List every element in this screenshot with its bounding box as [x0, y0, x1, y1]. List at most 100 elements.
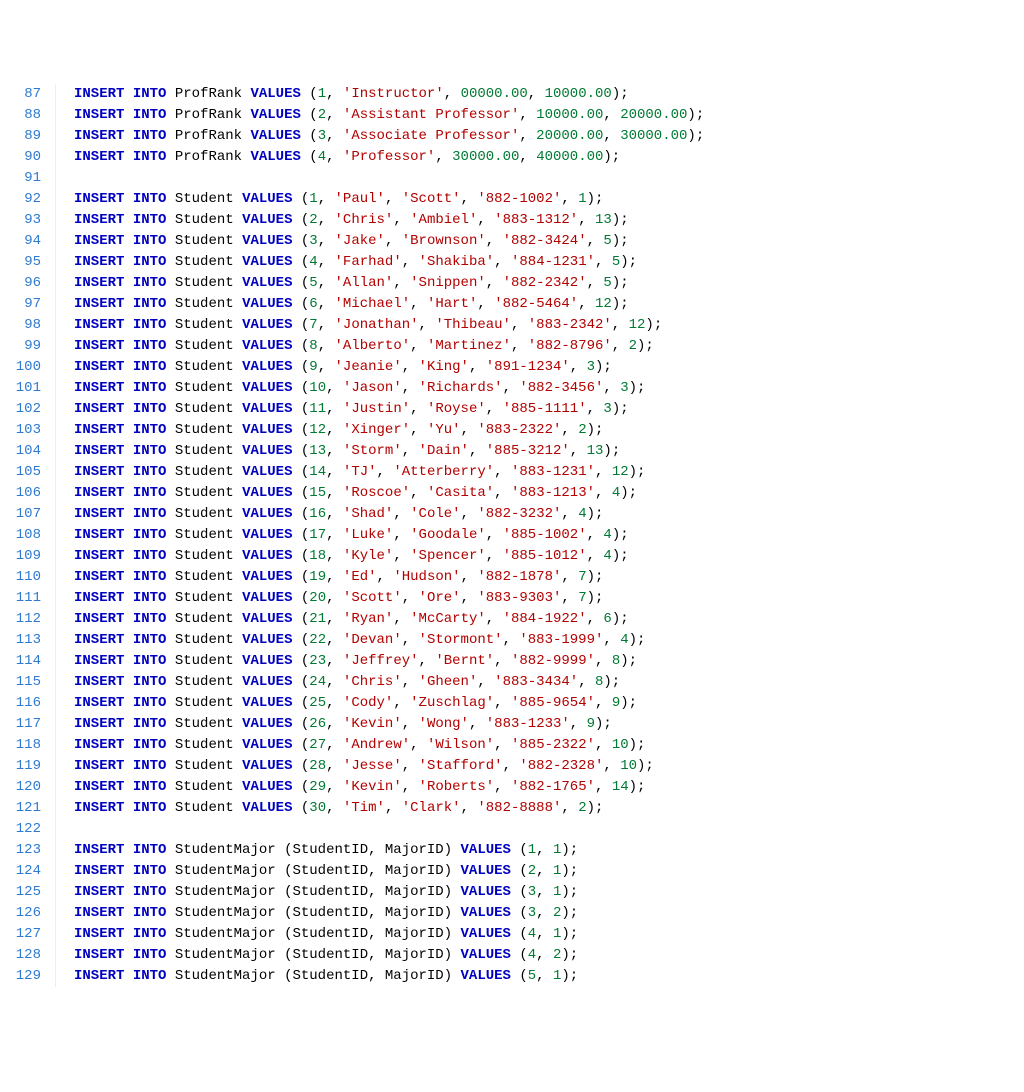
code-line[interactable]: INSERT INTO Student VALUES (28, 'Jesse',… — [74, 756, 1024, 777]
keyword-values: VALUES — [242, 800, 292, 816]
string-literal: 'Shakiba' — [419, 254, 495, 270]
code-line[interactable]: INSERT INTO Student VALUES (19, 'Ed', 'H… — [74, 567, 1024, 588]
code-line[interactable]: INSERT INTO Student VALUES (20, 'Scott',… — [74, 588, 1024, 609]
code-line[interactable]: INSERT INTO ProfRank VALUES (1, 'Instruc… — [74, 84, 1024, 105]
string-literal: '883-2322' — [477, 422, 561, 438]
number-literal: 2 — [578, 800, 586, 816]
number-literal: 2 — [578, 422, 586, 438]
string-literal: '882-8796' — [528, 338, 612, 354]
code-line[interactable]: INSERT INTO Student VALUES (2, 'Chris', … — [74, 210, 1024, 231]
string-literal: 'Royse' — [427, 401, 486, 417]
code-line[interactable]: INSERT INTO Student VALUES (14, 'TJ', 'A… — [74, 462, 1024, 483]
string-literal: '885-3212' — [486, 443, 570, 459]
code-line[interactable]: INSERT INTO Student VALUES (22, 'Devan',… — [74, 630, 1024, 651]
code-line[interactable]: INSERT INTO Student VALUES (15, 'Roscoe'… — [74, 483, 1024, 504]
code-editor: 8788899091929394959697989910010110210310… — [0, 84, 1024, 987]
code-line[interactable]: INSERT INTO ProfRank VALUES (4, 'Profess… — [74, 147, 1024, 168]
number-literal: 10000.00 — [545, 86, 612, 102]
code-line[interactable]: INSERT INTO Student VALUES (30, 'Tim', '… — [74, 798, 1024, 819]
code-line[interactable]: INSERT INTO Student VALUES (9, 'Jeanie',… — [74, 357, 1024, 378]
code-line[interactable]: INSERT INTO ProfRank VALUES (2, 'Assista… — [74, 105, 1024, 126]
code-line[interactable]: INSERT INTO StudentMajor (StudentID, Maj… — [74, 861, 1024, 882]
keyword-insert: INSERT — [74, 947, 124, 963]
number-literal: 23 — [309, 653, 326, 669]
keyword-into: INTO — [133, 569, 167, 585]
line-number: 95 — [0, 252, 41, 273]
table-name: StudentMajor — [175, 884, 276, 900]
code-line[interactable]: INSERT INTO Student VALUES (7, 'Jonathan… — [74, 315, 1024, 336]
number-literal: 15 — [309, 485, 326, 501]
code-line[interactable]: INSERT INTO Student VALUES (23, 'Jeffrey… — [74, 651, 1024, 672]
string-literal: '882-2328' — [519, 758, 603, 774]
keyword-insert: INSERT — [74, 737, 124, 753]
number-literal: 2 — [629, 338, 637, 354]
keyword-values: VALUES — [242, 485, 292, 501]
number-literal: 1 — [528, 842, 536, 858]
code-line[interactable]: INSERT INTO Student VALUES (27, 'Andrew'… — [74, 735, 1024, 756]
code-line[interactable]: INSERT INTO Student VALUES (10, 'Jason',… — [74, 378, 1024, 399]
table-name: StudentMajor — [175, 905, 276, 921]
keyword-values: VALUES — [242, 611, 292, 627]
code-line[interactable]: INSERT INTO Student VALUES (4, 'Farhad',… — [74, 252, 1024, 273]
code-line[interactable]: INSERT INTO Student VALUES (16, 'Shad', … — [74, 504, 1024, 525]
keyword-into: INTO — [133, 233, 167, 249]
keyword-values: VALUES — [242, 548, 292, 564]
code-line[interactable]: INSERT INTO StudentMajor (StudentID, Maj… — [74, 903, 1024, 924]
code-line[interactable]: INSERT INTO StudentMajor (StudentID, Maj… — [74, 945, 1024, 966]
line-number: 109 — [0, 546, 41, 567]
keyword-into: INTO — [133, 653, 167, 669]
string-literal: '882-2342' — [503, 275, 587, 291]
number-literal: 2 — [318, 107, 326, 123]
code-line[interactable]: INSERT INTO StudentMajor (StudentID, Maj… — [74, 882, 1024, 903]
code-line[interactable]: INSERT INTO Student VALUES (17, 'Luke', … — [74, 525, 1024, 546]
code-content[interactable]: INSERT INTO ProfRank VALUES (1, 'Instruc… — [56, 84, 1024, 987]
string-literal: '883-1231' — [511, 464, 595, 480]
code-line[interactable]: INSERT INTO StudentMajor (StudentID, Maj… — [74, 840, 1024, 861]
code-line[interactable]: INSERT INTO Student VALUES (26, 'Kevin',… — [74, 714, 1024, 735]
code-line[interactable]: INSERT INTO Student VALUES (12, 'Xinger'… — [74, 420, 1024, 441]
string-literal: '885-1111' — [503, 401, 587, 417]
keyword-insert: INSERT — [74, 233, 124, 249]
keyword-insert: INSERT — [74, 548, 124, 564]
string-literal: '882-1765' — [511, 779, 595, 795]
code-line[interactable]: INSERT INTO StudentMajor (StudentID, Maj… — [74, 924, 1024, 945]
line-number: 112 — [0, 609, 41, 630]
string-literal: 'Spencer' — [410, 548, 486, 564]
code-line[interactable]: INSERT INTO Student VALUES (24, 'Chris',… — [74, 672, 1024, 693]
string-literal: 'Atterberry' — [393, 464, 494, 480]
code-line[interactable] — [74, 168, 1024, 189]
code-line[interactable]: INSERT INTO Student VALUES (6, 'Michael'… — [74, 294, 1024, 315]
keyword-insert: INSERT — [74, 191, 124, 207]
code-line[interactable]: INSERT INTO ProfRank VALUES (3, 'Associa… — [74, 126, 1024, 147]
number-literal: 1 — [318, 86, 326, 102]
code-line[interactable]: INSERT INTO Student VALUES (5, 'Allan', … — [74, 273, 1024, 294]
keyword-values: VALUES — [242, 653, 292, 669]
code-line[interactable]: INSERT INTO StudentMajor (StudentID, Maj… — [74, 966, 1024, 987]
line-number: 106 — [0, 483, 41, 504]
string-literal: '883-2342' — [528, 317, 612, 333]
keyword-values: VALUES — [250, 149, 300, 165]
keyword-insert: INSERT — [74, 653, 124, 669]
code-line[interactable]: INSERT INTO Student VALUES (11, 'Justin'… — [74, 399, 1024, 420]
code-line[interactable]: INSERT INTO Student VALUES (29, 'Kevin',… — [74, 777, 1024, 798]
code-line[interactable] — [74, 819, 1024, 840]
number-literal: 9 — [587, 716, 595, 732]
code-line[interactable]: INSERT INTO Student VALUES (8, 'Alberto'… — [74, 336, 1024, 357]
code-line[interactable]: INSERT INTO Student VALUES (1, 'Paul', '… — [74, 189, 1024, 210]
line-number: 117 — [0, 714, 41, 735]
keyword-values: VALUES — [242, 401, 292, 417]
column-list: (StudentID, MajorID) — [284, 968, 452, 984]
string-literal: 'Jeffrey' — [343, 653, 419, 669]
code-line[interactable]: INSERT INTO Student VALUES (21, 'Ryan', … — [74, 609, 1024, 630]
code-line[interactable]: INSERT INTO Student VALUES (25, 'Cody', … — [74, 693, 1024, 714]
keyword-insert: INSERT — [74, 674, 124, 690]
table-name: Student — [175, 527, 234, 543]
keyword-insert: INSERT — [74, 569, 124, 585]
string-literal: '891-1234' — [486, 359, 570, 375]
code-line[interactable]: INSERT INTO Student VALUES (18, 'Kyle', … — [74, 546, 1024, 567]
line-number: 104 — [0, 441, 41, 462]
code-line[interactable]: INSERT INTO Student VALUES (3, 'Jake', '… — [74, 231, 1024, 252]
code-line[interactable]: INSERT INTO Student VALUES (13, 'Storm',… — [74, 441, 1024, 462]
number-literal: 3 — [528, 884, 536, 900]
number-literal: 1 — [553, 926, 561, 942]
